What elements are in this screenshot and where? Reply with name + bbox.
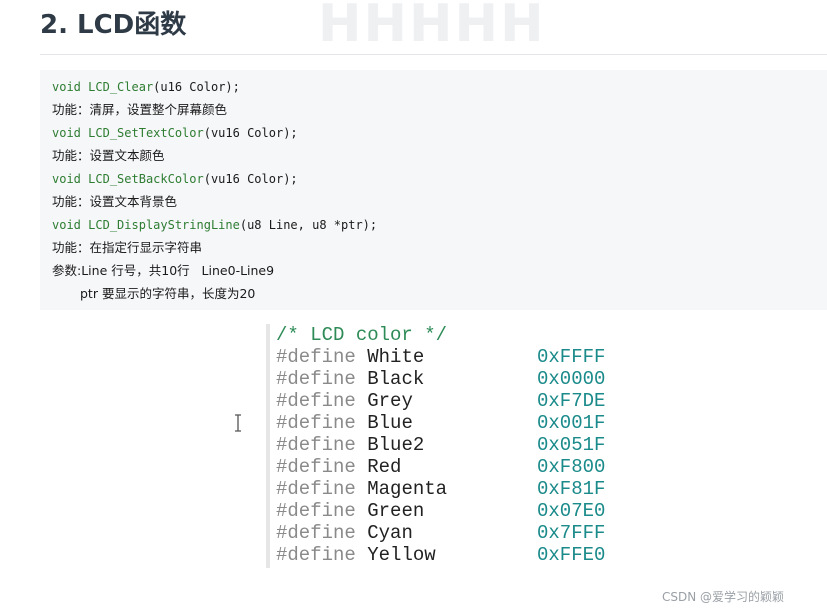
define-keyword: #define (276, 500, 356, 522)
define-color-name: Green (367, 500, 425, 522)
code-args: (vu16 Color); (203, 126, 298, 140)
define-keyword: #define (276, 456, 356, 478)
color-define-row: #define Cyan (276, 522, 413, 544)
define-color-value: 0x7FFF (537, 522, 606, 544)
code-line-lcd-clear: void LCD_Clear(u16 Color); (52, 79, 240, 95)
code-function-name: LCD_DisplayStringLine (88, 218, 240, 232)
color-define-row: #define Yellow (276, 544, 436, 566)
page-title: 2. LCD函数 (40, 10, 187, 40)
code-args: (vu16 Color); (203, 172, 298, 186)
define-keyword: #define (276, 412, 356, 434)
define-color-value: 0xF7DE (537, 390, 606, 412)
code-function-name: LCD_SetBackColor (88, 172, 204, 186)
image-left-border (266, 324, 270, 568)
define-keyword: #define (276, 434, 356, 456)
code-line-set-back-color: void LCD_SetBackColor(vu16 Color); (52, 171, 298, 187)
code-block: void LCD_Clear(u16 Color); 功能：清屏，设置整个屏幕颜… (40, 70, 827, 310)
define-color-value: 0xF81F (537, 478, 606, 500)
code-line-set-text-color: void LCD_SetTextColor(vu16 Color); (52, 125, 298, 141)
code-args: (u16 Color); (153, 80, 240, 94)
define-color-value: 0xFFE0 (537, 544, 606, 566)
ghost-background-decoration: HHHHH (318, 0, 546, 50)
define-keyword: #define (276, 544, 356, 566)
code-keyword: void (52, 218, 81, 232)
define-color-name: Cyan (367, 522, 413, 544)
define-keyword: #define (276, 390, 356, 412)
define-keyword: #define (276, 478, 356, 500)
color-define-row: #define Magenta (276, 478, 447, 500)
color-define-row: #define White (276, 346, 424, 368)
color-define-row: #define Green (276, 500, 424, 522)
code-line-desc-display: 功能：在指定行显示字符串 (52, 240, 203, 255)
define-color-value: 0x0000 (537, 368, 606, 390)
define-color-name: Blue (367, 412, 413, 434)
define-keyword: #define (276, 346, 356, 368)
watermark: CSDN @爱学习的颖颖 (662, 590, 785, 604)
code-function-name: LCD_SetTextColor (88, 126, 204, 140)
define-keyword: #define (276, 368, 356, 390)
define-color-name: White (367, 346, 425, 368)
code-line-desc-back-color: 功能：设置文本背景色 (52, 194, 178, 209)
code-keyword: void (52, 80, 81, 94)
define-color-value: 0x07E0 (537, 500, 606, 522)
code-line-display-string-line: void LCD_DisplayStringLine(u8 Line, u8 *… (52, 217, 377, 233)
define-color-name: Red (367, 456, 402, 478)
code-line-desc-clear: 功能：清屏，设置整个屏幕颜色 (52, 102, 228, 117)
code-line-desc-text-color: 功能：设置文本颜色 (52, 148, 165, 163)
define-color-name: Yellow (367, 544, 436, 566)
code-keyword: void (52, 126, 81, 140)
color-define-row: #define Grey (276, 390, 413, 412)
define-color-name: Magenta (367, 478, 448, 500)
title-divider (40, 54, 827, 55)
define-color-value: 0xFFFF (537, 346, 606, 368)
define-color-value: 0xF800 (537, 456, 606, 478)
color-define-row: #define Blue2 (276, 434, 424, 456)
code-args: (u8 Line, u8 *ptr); (239, 218, 378, 232)
color-define-row: #define Red (276, 456, 401, 478)
code-line-param-line: 参数:Line 行号，共10行 Line0-Line9 (52, 263, 275, 278)
define-color-value: 0x051F (537, 434, 606, 456)
code-keyword: void (52, 172, 81, 186)
code-line-param-ptr: ptr 要显示的字符串，长度为20 (80, 286, 256, 301)
color-comment: /* LCD color */ (276, 324, 448, 346)
code-function-name: LCD_Clear (88, 80, 154, 94)
define-color-value: 0x001F (537, 412, 606, 434)
define-color-name: Blue2 (367, 434, 425, 456)
color-define-row: #define Black (276, 368, 424, 390)
text-cursor-icon (235, 414, 241, 432)
define-keyword: #define (276, 522, 356, 544)
define-color-name: Grey (367, 390, 413, 412)
define-color-name: Black (367, 368, 425, 390)
color-define-row: #define Blue (276, 412, 413, 434)
